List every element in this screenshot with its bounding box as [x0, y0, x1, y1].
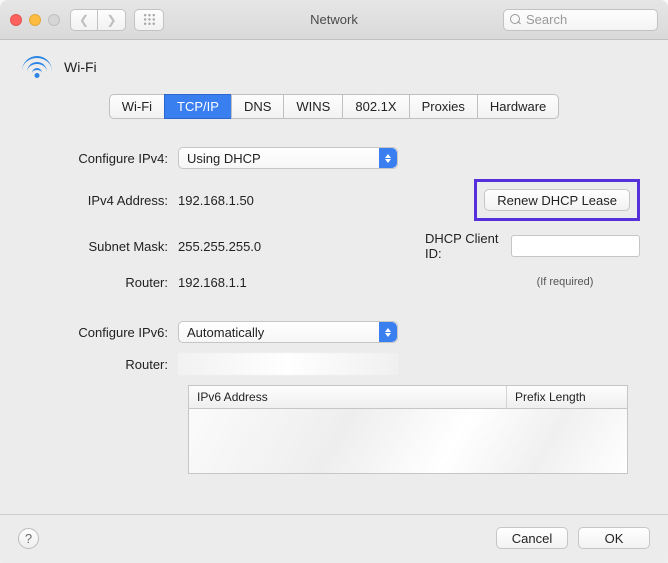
configure-ipv6-value: Automatically	[187, 325, 264, 340]
help-button[interactable]: ?	[18, 528, 39, 549]
configure-ipv4-select[interactable]: Using DHCP	[178, 147, 398, 169]
configure-ipv6-select[interactable]: Automatically	[178, 321, 398, 343]
col-prefix-length[interactable]: Prefix Length	[507, 386, 627, 408]
forward-button[interactable]: ❯	[98, 9, 126, 31]
interface-name: Wi-Fi	[64, 59, 97, 75]
tab-dns[interactable]: DNS	[231, 94, 283, 119]
stepper-icon	[379, 148, 397, 168]
table-header: IPv6 Address Prefix Length	[189, 386, 627, 409]
tab-hardware[interactable]: Hardware	[477, 94, 559, 119]
grid-icon	[143, 13, 156, 26]
label-ipv4-address: IPv4 Address:	[18, 193, 178, 208]
search-input[interactable]: Search	[503, 9, 658, 31]
col-ipv6-address[interactable]: IPv6 Address	[189, 386, 507, 408]
ipv6-address-table: IPv6 Address Prefix Length	[188, 385, 628, 474]
ipv4-router-value: 192.168.1.1	[178, 275, 247, 290]
label-configure-ipv6: Configure IPv6:	[18, 325, 178, 340]
table-body-redacted	[189, 409, 627, 473]
network-prefs-window: ❮ ❯ Network Search Wi-Fi Wi-FiTCP/IPDNSW…	[0, 0, 668, 563]
ipv6-router-value-redacted	[178, 353, 398, 375]
tab-proxies[interactable]: Proxies	[409, 94, 477, 119]
cancel-button[interactable]: Cancel	[496, 527, 568, 549]
subnet-mask-value: 255.255.255.0	[178, 239, 261, 254]
close-window[interactable]	[10, 14, 22, 26]
tab-tcpip[interactable]: TCP/IP	[164, 94, 231, 119]
nav-buttons: ❮ ❯	[70, 9, 126, 31]
label-dhcp-client-id: DHCP Client ID:	[425, 231, 505, 261]
label-ipv4-router: Router:	[18, 275, 178, 290]
wifi-icon	[22, 56, 52, 78]
interface-header: Wi-Fi	[0, 40, 668, 78]
label-configure-ipv4: Configure IPv4:	[18, 151, 178, 166]
configure-ipv4-value: Using DHCP	[187, 151, 261, 166]
dhcp-client-id-input[interactable]	[511, 235, 640, 257]
tab-wins[interactable]: WINS	[283, 94, 342, 119]
window-controls	[10, 14, 60, 26]
tab-bar: Wi-FiTCP/IPDNSWINS802.1XProxiesHardware	[0, 94, 668, 119]
back-button[interactable]: ❮	[70, 9, 98, 31]
titlebar: ❮ ❯ Network Search	[0, 0, 668, 40]
renew-dhcp-highlight: Renew DHCP Lease	[474, 179, 640, 221]
ok-button[interactable]: OK	[578, 527, 650, 549]
ipv4-address-value: 192.168.1.50	[178, 193, 254, 208]
zoom-window	[48, 14, 60, 26]
footer: ? Cancel OK	[0, 514, 668, 563]
minimize-window[interactable]	[29, 14, 41, 26]
show-all-button[interactable]	[134, 9, 164, 31]
tab-8021x[interactable]: 802.1X	[342, 94, 408, 119]
search-icon	[510, 14, 521, 25]
label-subnet-mask: Subnet Mask:	[18, 239, 178, 254]
tcpip-pane: Configure IPv4: Using DHCP IPv4 Address:…	[0, 147, 668, 474]
search-placeholder: Search	[526, 12, 567, 27]
tab-wifi[interactable]: Wi-Fi	[109, 94, 164, 119]
stepper-icon	[379, 322, 397, 342]
renew-dhcp-button[interactable]: Renew DHCP Lease	[484, 189, 630, 211]
label-ipv6-router: Router:	[18, 357, 178, 372]
dhcp-client-id-note: (If required)	[490, 276, 640, 288]
